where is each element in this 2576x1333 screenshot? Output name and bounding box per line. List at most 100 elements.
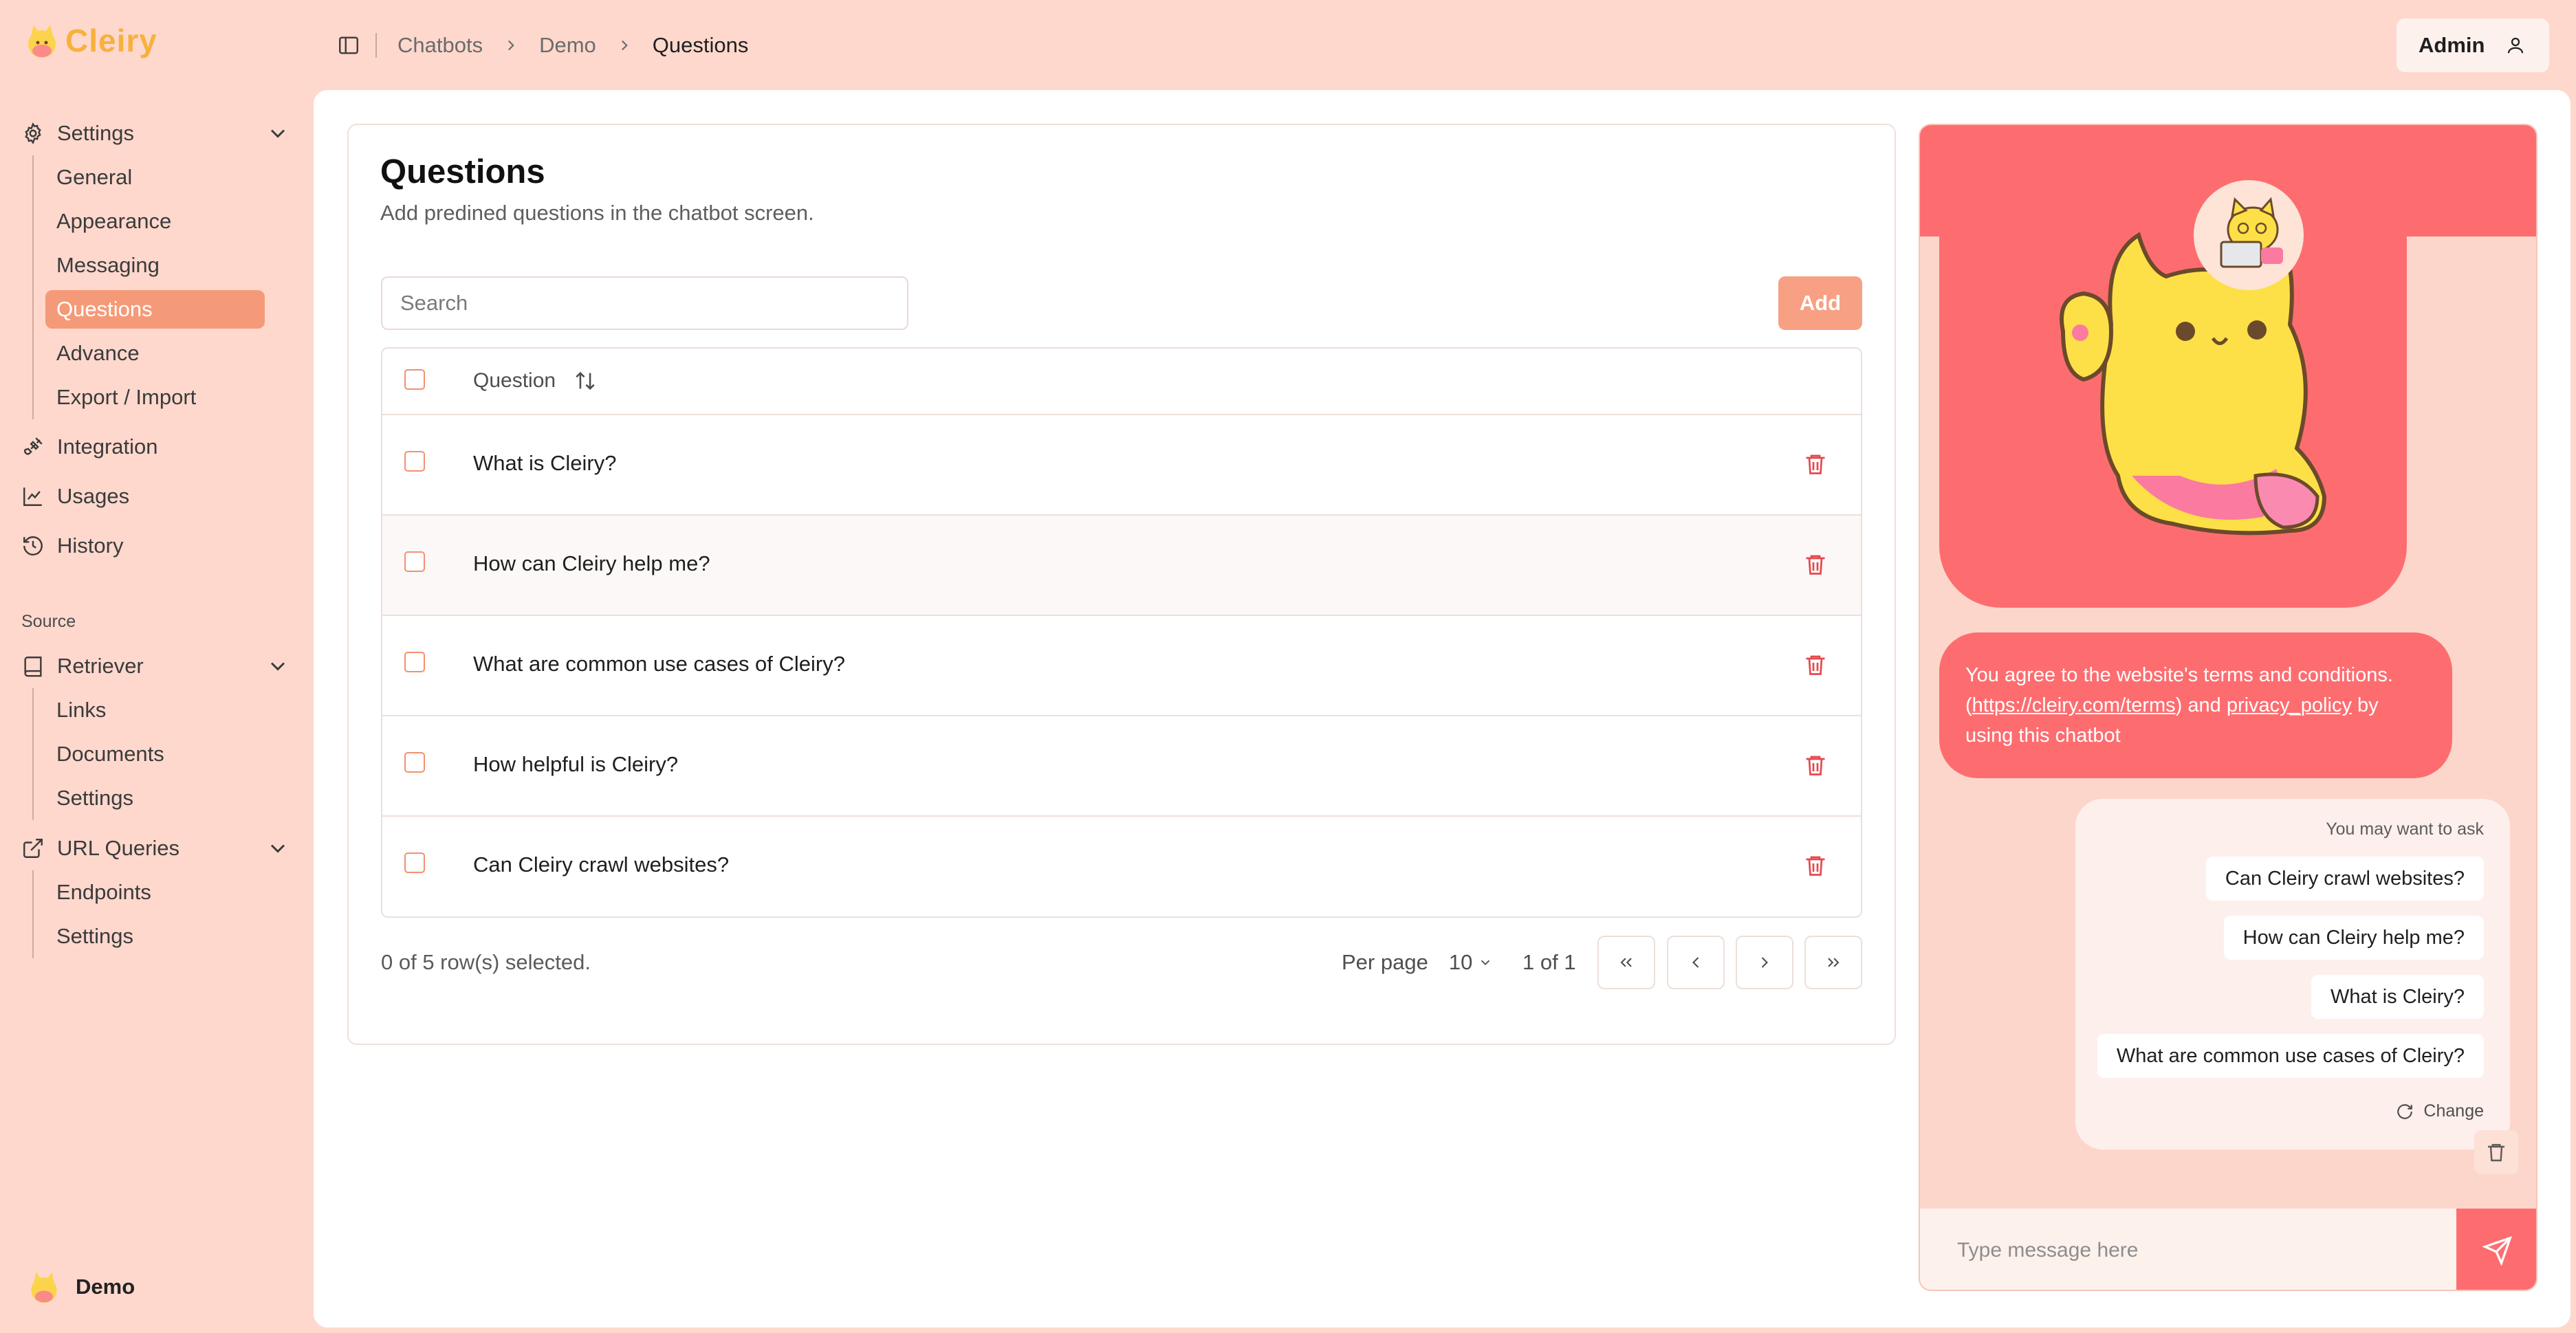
search-input[interactable] <box>381 276 908 330</box>
history-icon <box>23 536 43 555</box>
row-checkbox[interactable] <box>404 752 425 773</box>
table-row[interactable]: What is Cleiry? <box>382 415 1861 516</box>
privacy-link[interactable]: privacy_policy <box>2227 694 2352 716</box>
avatar <box>31 1272 57 1303</box>
topbar: Chatbots Demo Questions <box>337 29 748 62</box>
admin-label: Admin <box>2419 33 2485 57</box>
row-checkbox[interactable] <box>404 451 425 472</box>
terms-link[interactable]: https://cleiry.com/terms <box>1972 694 2176 716</box>
app-logo[interactable]: Cleiry <box>21 21 157 60</box>
first-page-button[interactable] <box>1597 936 1655 989</box>
sidebar-item-integration[interactable]: Integration <box>21 428 158 466</box>
user-icon <box>2508 37 2524 54</box>
clear-chat-button[interactable] <box>2474 1130 2518 1174</box>
prev-page-button[interactable] <box>1667 936 1725 989</box>
sidebar-item-url-settings[interactable]: Settings <box>34 914 265 958</box>
sort-icon[interactable] <box>574 369 597 393</box>
sidebar-item-questions[interactable]: Questions <box>45 290 265 329</box>
page-title: Questions <box>380 153 545 190</box>
suggestion-chip[interactable]: What is Cleiry? <box>2311 975 2484 1019</box>
chevron-down-icon[interactable] <box>265 121 290 146</box>
send-button[interactable] <box>2456 1209 2536 1290</box>
suggest-title: You may want to ask <box>2326 819 2484 839</box>
sidebar-item-general[interactable]: General <box>34 155 265 199</box>
page-subtitle: Add predined questions in the chatbot sc… <box>380 201 814 225</box>
source-section-label: Source <box>21 612 76 631</box>
sidebar-item-settings[interactable]: Settings <box>21 114 285 153</box>
question-text: Can Cleiry crawl websites? <box>473 852 730 877</box>
chat-message-input[interactable] <box>1920 1209 2456 1290</box>
suggestion-chip[interactable]: How can Cleiry help me? <box>2223 916 2484 960</box>
per-page-select[interactable]: 10 <box>1449 950 1493 975</box>
trash-icon[interactable] <box>1803 853 1828 878</box>
sidebar-item-url-queries[interactable]: URL Queries <box>21 829 285 868</box>
table-row[interactable]: How can Cleiry help me? <box>382 516 1861 616</box>
chevron-down-icon[interactable] <box>265 654 290 679</box>
book-icon <box>24 657 42 677</box>
chevron-right-icon <box>621 40 628 51</box>
breadcrumb-chatbots[interactable]: Chatbots <box>397 33 483 58</box>
sidebar-item-usages[interactable]: Usages <box>21 477 129 516</box>
sidebar-item-retriever[interactable]: Retriever <box>21 647 285 685</box>
sidebar-item-retriever-settings[interactable]: Settings <box>34 776 265 820</box>
sidebar-item-appearance[interactable]: Appearance <box>34 199 265 243</box>
question-text: What are common use cases of Cleiry? <box>473 652 845 676</box>
row-checkbox[interactable] <box>404 852 425 873</box>
table-header: Question <box>382 349 1861 415</box>
chevrons-right-icon <box>1828 958 1840 967</box>
per-page-label: Per page <box>1342 950 1428 974</box>
chevron-down-icon <box>1481 960 1490 966</box>
divider <box>375 33 377 58</box>
change-label: Change <box>2423 1101 2484 1121</box>
terms-message: You agree to the website's terms and con… <box>1939 632 2452 778</box>
cat-laptop-icon <box>2220 197 2283 268</box>
change-suggestions-button[interactable]: Change <box>2396 1101 2484 1121</box>
sidebar-item-label: Integration <box>57 434 158 459</box>
app-name: Cleiry <box>65 23 157 58</box>
chevron-down-icon[interactable] <box>265 836 290 861</box>
trash-icon[interactable] <box>1803 452 1828 476</box>
trash-icon[interactable] <box>1803 552 1828 577</box>
settings-submenu: General Appearance Messaging Questions A… <box>32 155 265 419</box>
chevrons-left-icon <box>1620 958 1632 967</box>
question-text: How can Cleiry help me? <box>473 551 710 575</box>
cat-mascot-illustration <box>2060 231 2327 536</box>
sidebar-item-links[interactable]: Links <box>34 688 265 732</box>
table-row[interactable]: How helpful is Cleiry? <box>382 716 1861 817</box>
plug-icon <box>24 437 43 455</box>
user-switcher[interactable]: Demo <box>25 1268 135 1306</box>
sidebar-item-label: URL Queries <box>57 836 180 860</box>
add-button[interactable]: Add <box>1778 276 1862 330</box>
admin-button[interactable]: Admin <box>2397 19 2549 72</box>
selection-count: 0 of 5 row(s) selected. <box>381 950 591 974</box>
mascot-badge <box>2194 180 2304 290</box>
sidebar-item-history[interactable]: History <box>21 527 123 565</box>
last-page-button[interactable] <box>1804 936 1862 989</box>
column-label: Question <box>473 369 556 392</box>
sidebar-toggle-icon[interactable] <box>337 34 360 57</box>
sidebar-item-messaging[interactable]: Messaging <box>34 243 265 287</box>
chat-hero <box>1939 125 2407 608</box>
breadcrumb-questions: Questions <box>652 33 749 57</box>
table-row[interactable]: What are common use cases of Cleiry? <box>382 616 1861 716</box>
next-page-button[interactable] <box>1736 936 1793 989</box>
question-column-header[interactable]: Question <box>473 369 597 393</box>
sidebar-item-advance[interactable]: Advance <box>34 331 265 375</box>
suggestion-chip[interactable]: Can Cleiry crawl websites? <box>2205 857 2484 901</box>
row-checkbox[interactable] <box>404 652 425 672</box>
sidebar-item-endpoints[interactable]: Endpoints <box>34 870 265 914</box>
suggestion-chip[interactable]: What are common use cases of Cleiry? <box>2097 1034 2484 1078</box>
per-page-value: 10 <box>1448 950 1473 974</box>
table-row[interactable]: Can Cleiry crawl websites? <box>382 817 1861 916</box>
page-indicator: 1 of 1 <box>1522 950 1576 974</box>
external-link-icon <box>23 839 43 858</box>
select-all-checkbox[interactable] <box>404 369 425 390</box>
send-icon <box>2482 1235 2513 1266</box>
question-text: How helpful is Cleiry? <box>473 752 679 776</box>
trash-icon[interactable] <box>1803 753 1828 778</box>
sidebar-item-documents[interactable]: Documents <box>34 732 265 776</box>
breadcrumb-demo[interactable]: Demo <box>539 33 596 58</box>
row-checkbox[interactable] <box>404 551 425 572</box>
trash-icon[interactable] <box>1803 652 1828 677</box>
sidebar-item-export-import[interactable]: Export / Import <box>34 375 265 419</box>
